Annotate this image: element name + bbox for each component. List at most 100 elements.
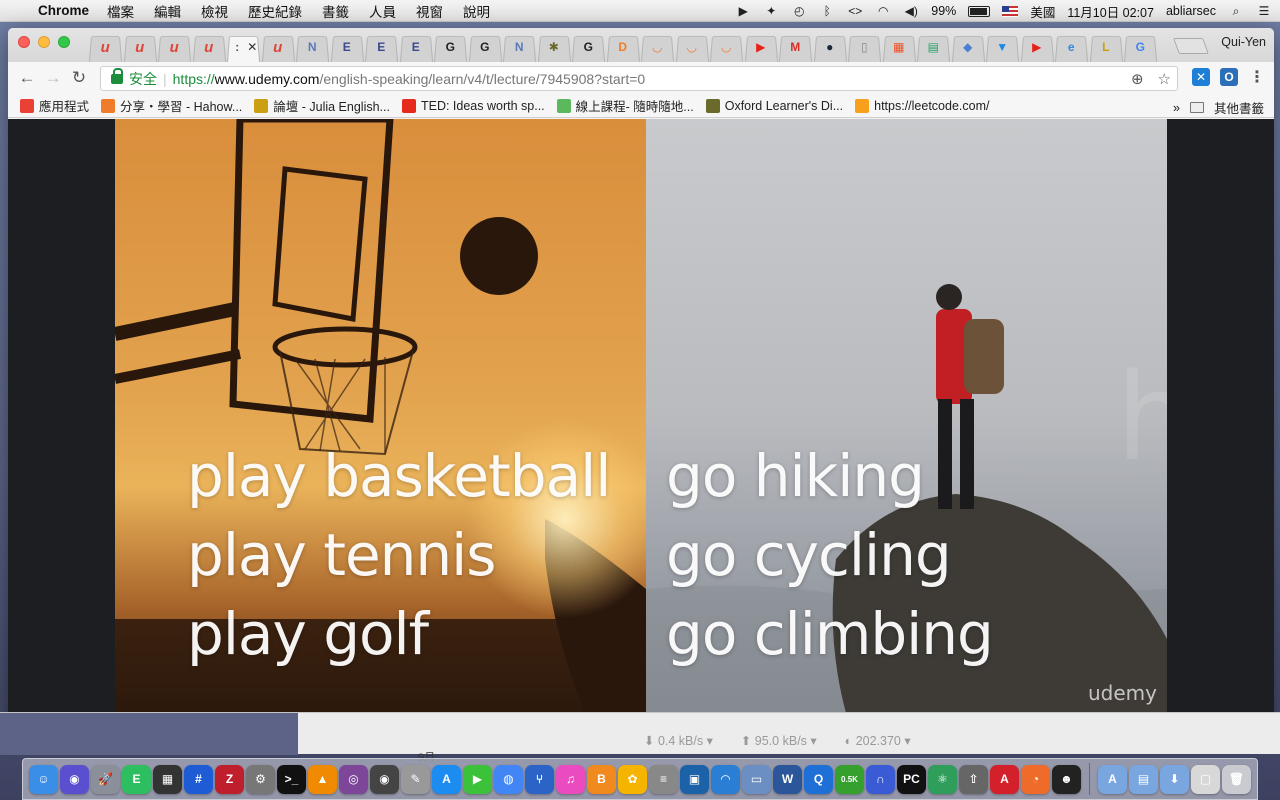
battery-percent[interactable]: 99% xyxy=(931,4,956,18)
user-name[interactable]: abliarsec xyxy=(1166,4,1216,18)
tab[interactable]: M xyxy=(778,32,813,62)
minimize-window-button[interactable] xyxy=(38,36,50,48)
tab[interactable]: ▶ xyxy=(1020,32,1055,62)
sequel-pro-icon[interactable]: ≡ xyxy=(649,764,678,794)
menu-window[interactable]: 視窗 xyxy=(416,1,443,21)
download-rate[interactable]: ⬇ 0.4 kB/s ▾ xyxy=(644,733,713,748)
photos-icon[interactable]: ✿ xyxy=(618,764,647,794)
tab[interactable]: u xyxy=(192,32,227,62)
address-bar[interactable]: 安全 | https:// www.udemy.com /english-spe… xyxy=(100,66,1178,91)
atom-icon[interactable]: ⚛ xyxy=(928,764,957,794)
applications-folder-icon[interactable]: A xyxy=(1098,764,1127,794)
tab[interactable]: ◡ xyxy=(640,32,675,62)
tab[interactable]: u xyxy=(123,32,158,62)
notes-icon[interactable]: # xyxy=(184,764,213,794)
close-tab-icon[interactable]: ✕ xyxy=(247,40,257,54)
menu-bookmarks[interactable]: 書籤 xyxy=(322,1,349,21)
spotlight-search-icon[interactable]: ⌕ xyxy=(1228,4,1244,18)
menu-history[interactable]: 歷史紀錄 xyxy=(248,1,302,21)
tab[interactable]: E xyxy=(330,32,365,62)
bookmark-item[interactable]: 分享・學習 - Hahow... xyxy=(101,96,242,115)
trash-icon[interactable]: 🗑 xyxy=(1222,764,1251,794)
chrome-menu-icon[interactable]: ⋮ xyxy=(1248,68,1266,86)
wifi-icon[interactable]: ◠ xyxy=(875,4,891,18)
tor-icon[interactable]: ◎ xyxy=(339,764,368,794)
back-button[interactable]: ← xyxy=(14,68,40,88)
tab[interactable]: ▶ xyxy=(744,32,779,62)
tab[interactable]: u xyxy=(157,32,192,62)
bookmark-item[interactable]: 論壇 - Julia English... xyxy=(254,96,390,115)
tab[interactable]: ◡ xyxy=(675,32,710,62)
tab[interactable]: u xyxy=(88,32,123,62)
ibooks-icon[interactable]: B xyxy=(587,764,616,794)
filezilla-icon[interactable]: Z xyxy=(215,764,244,794)
siri-icon[interactable]: ◉ xyxy=(60,764,89,794)
postman-icon[interactable]: ◔ xyxy=(1021,764,1050,794)
bookmark-item[interactable]: TED: Ideas worth sp... xyxy=(401,98,545,113)
tab[interactable]: N xyxy=(502,32,537,62)
bookmark-star-icon[interactable]: ☆ xyxy=(1158,70,1171,88)
tab[interactable]: ▼ xyxy=(985,32,1020,62)
chrome-icon[interactable]: ◍ xyxy=(494,764,523,794)
word-icon[interactable]: W xyxy=(773,764,802,794)
share-ratio[interactable]: ◐ 202.370 ▾ xyxy=(845,733,911,748)
bookmarks-overflow-button[interactable]: » xyxy=(1173,101,1180,115)
evernote-icon[interactable]: E xyxy=(122,764,151,794)
tab[interactable]: ◆ xyxy=(951,32,986,62)
other-bookmarks[interactable]: 其他書籤 xyxy=(1214,98,1264,117)
itunes-icon[interactable]: ♫ xyxy=(556,764,585,794)
reload-button[interactable]: ↻ xyxy=(66,68,92,88)
menu-view[interactable]: 檢視 xyxy=(201,1,228,21)
tab-active[interactable]: : ✕ xyxy=(226,32,261,62)
bookmark-item[interactable]: 線上課程- 隨時隨地... xyxy=(556,96,694,115)
forward-button[interactable]: → xyxy=(40,68,66,88)
extension-x-icon[interactable]: ✕ xyxy=(1192,68,1210,86)
headphones-icon[interactable]: ∩ xyxy=(866,764,895,794)
close-window-button[interactable] xyxy=(18,36,30,48)
tab[interactable]: G xyxy=(433,32,468,62)
tab[interactable]: ✱ xyxy=(537,32,572,62)
tab[interactable]: L xyxy=(1089,32,1124,62)
panda-icon[interactable]: ☻ xyxy=(1052,764,1081,794)
app-store-icon[interactable]: A xyxy=(432,764,461,794)
documents-folder-icon[interactable]: ▤ xyxy=(1129,764,1158,794)
camera-icon[interactable]: ◉ xyxy=(370,764,399,794)
extension-o-icon[interactable]: O xyxy=(1220,68,1238,86)
network-icon[interactable]: ◠ xyxy=(711,764,740,794)
tab[interactable]: G xyxy=(1123,32,1158,62)
terminal-icon[interactable]: >_ xyxy=(277,764,306,794)
menu-edit[interactable]: 編輯 xyxy=(154,1,181,21)
facetime-icon[interactable]: ▶ xyxy=(463,764,492,794)
battery-icon[interactable] xyxy=(968,5,991,17)
tab[interactable]: ◡ xyxy=(709,32,744,62)
tab[interactable]: u xyxy=(261,32,296,62)
finder-icon[interactable]: ☺ xyxy=(29,764,58,794)
stack-folder-icon[interactable]: ▢ xyxy=(1191,764,1220,794)
input-source[interactable]: 美國 xyxy=(1030,2,1055,21)
menu-people[interactable]: 人員 xyxy=(369,1,396,21)
system-preferences-icon[interactable]: ⚙ xyxy=(246,764,275,794)
dropbox-icon[interactable]: ✦ xyxy=(763,4,779,18)
tab[interactable]: ▯ xyxy=(847,32,882,62)
sourcetree-icon[interactable]: ⑂ xyxy=(525,764,554,794)
tab[interactable]: ▦ xyxy=(882,32,917,62)
preview-icon[interactable]: ▭ xyxy=(742,764,771,794)
tab[interactable]: G xyxy=(571,32,606,62)
tab[interactable]: G xyxy=(468,32,503,62)
tab[interactable]: ▤ xyxy=(916,32,951,62)
pycharm-icon[interactable]: PC xyxy=(897,764,926,794)
script-editor-icon[interactable]: ✎ xyxy=(401,764,430,794)
tab[interactable]: N xyxy=(295,32,330,62)
rocket-icon[interactable]: ⇧ xyxy=(959,764,988,794)
acrobat-icon[interactable]: A xyxy=(990,764,1019,794)
bluetooth-icon[interactable]: ᛒ xyxy=(819,4,835,18)
menu-help[interactable]: 說明 xyxy=(463,1,490,21)
clock[interactable]: 11月10日 02:07 xyxy=(1067,2,1154,21)
time-machine-icon[interactable]: ◴ xyxy=(791,4,807,18)
tab[interactable]: ● xyxy=(813,32,848,62)
play-icon[interactable]: ▶ xyxy=(735,4,751,18)
activity-monitor-icon[interactable]: ▦ xyxy=(153,764,182,794)
launchpad-icon[interactable]: 🚀 xyxy=(91,764,120,794)
video-player[interactable]: hiking play basketball play tennis play … xyxy=(8,119,1274,713)
new-tab-button[interactable] xyxy=(1173,38,1209,54)
